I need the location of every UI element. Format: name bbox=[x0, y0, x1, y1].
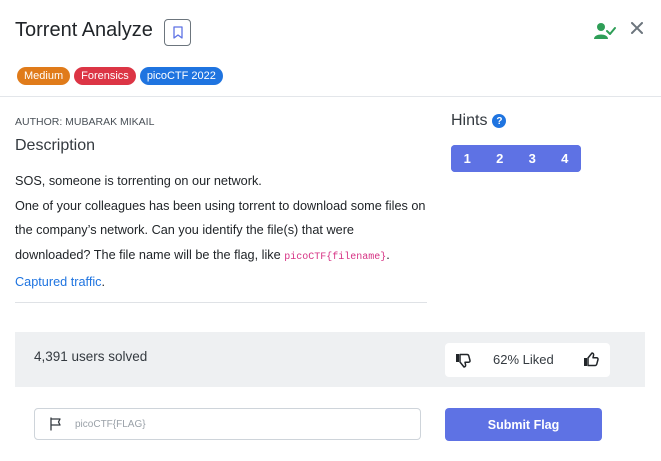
description-line: SOS, someone is torrenting on our networ… bbox=[15, 174, 262, 188]
flag-input-group bbox=[34, 408, 421, 440]
attachment-line: Captured traffic. bbox=[15, 270, 427, 295]
captured-traffic-link[interactable]: Captured traffic bbox=[15, 275, 102, 289]
submit-flag-button[interactable]: Submit Flag bbox=[445, 408, 602, 441]
hint-button-3[interactable]: 3 bbox=[516, 145, 549, 172]
thumb-down-icon[interactable] bbox=[455, 352, 471, 368]
flag-format-code: picoCTF{filename} bbox=[284, 251, 387, 263]
description-heading: Description bbox=[15, 137, 96, 154]
close-button[interactable] bbox=[627, 18, 647, 38]
description-period: . bbox=[386, 247, 390, 262]
event-badge: picoCTF 2022 bbox=[139, 67, 223, 85]
link-period: . bbox=[101, 275, 106, 289]
hint-buttons: 1 2 3 4 bbox=[451, 145, 581, 172]
user-check-icon[interactable] bbox=[594, 22, 616, 40]
description-body: SOS, someone is torrenting on our networ… bbox=[15, 169, 427, 295]
tag-badges: Medium Forensics picoCTF 2022 bbox=[17, 67, 223, 85]
challenge-header: Torrent Analyze Medium Forensics picoCTF… bbox=[0, 0, 661, 97]
stats-bar: 4,391 users solved 62% Liked bbox=[15, 332, 645, 387]
flag-input[interactable] bbox=[75, 409, 415, 439]
bookmark-icon bbox=[172, 26, 183, 39]
solved-count: 4,391 users solved bbox=[34, 349, 148, 364]
help-icon[interactable]: ? bbox=[492, 114, 507, 128]
like-box: 62% Liked bbox=[445, 343, 610, 377]
liked-percentage: 62% Liked bbox=[493, 352, 554, 367]
author-label: AUTHOR: MUBARAK MIKAIL bbox=[15, 116, 155, 128]
category-badge: Forensics bbox=[74, 67, 136, 85]
flag-icon bbox=[50, 417, 61, 431]
hints-title: Hints bbox=[451, 112, 488, 129]
hints-heading: Hints ? bbox=[451, 112, 507, 130]
hint-button-2[interactable]: 2 bbox=[483, 145, 516, 172]
thumb-up-icon[interactable] bbox=[583, 352, 599, 368]
bookmark-button[interactable] bbox=[164, 19, 191, 46]
description-paragraph: One of your colleagues has been using to… bbox=[15, 194, 427, 271]
description-divider bbox=[15, 302, 427, 303]
hint-button-1[interactable]: 1 bbox=[451, 145, 484, 172]
difficulty-badge: Medium bbox=[17, 67, 71, 85]
close-icon bbox=[631, 22, 643, 34]
challenge-title: Torrent Analyze bbox=[15, 19, 153, 41]
hint-button-4[interactable]: 4 bbox=[548, 145, 581, 172]
